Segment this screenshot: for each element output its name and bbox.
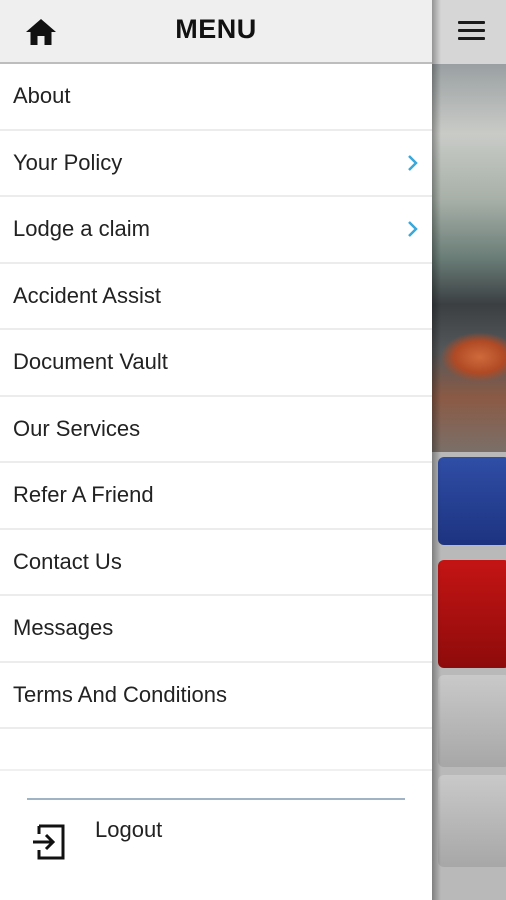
logout-button[interactable]: Logout [0, 805, 432, 875]
menu-item-document-vault[interactable]: Document Vault [0, 330, 432, 397]
menu-item-about[interactable]: About [0, 64, 432, 131]
chevron-right-icon [408, 154, 418, 171]
menu-item-our-services[interactable]: Our Services [0, 396, 432, 463]
action-tile-blue[interactable] [438, 457, 506, 545]
menu-item-label: Messages [13, 615, 114, 641]
drawer-header: MENU [0, 0, 432, 64]
menu-end-divider [0, 769, 432, 771]
menu-item-refer-a-friend[interactable]: Refer A Friend [0, 463, 432, 530]
menu-item-label: Our Services [13, 415, 141, 441]
menu-item-label: Terms And Conditions [13, 681, 227, 707]
menu-item-label: Contact Us [13, 548, 122, 574]
action-tile-grey[interactable] [438, 675, 506, 767]
navigation-drawer: MENU About Your Policy Lodge a claim Accide… [0, 0, 432, 900]
logout-icon [33, 824, 65, 860]
chevron-right-icon [408, 221, 418, 238]
action-tile-grey[interactable] [438, 775, 506, 867]
action-tile-red[interactable] [438, 560, 506, 668]
drawer-shadow [431, 0, 441, 900]
menu-item-label: Document Vault [13, 349, 168, 375]
hamburger-menu-icon[interactable] [452, 16, 492, 46]
drawer-title: MENU [175, 14, 257, 44]
menu-item-label: Lodge a claim [13, 216, 150, 242]
menu-list: About Your Policy Lodge a claim Accident As… [0, 64, 432, 729]
footer-divider [27, 798, 405, 800]
menu-item-lodge-a-claim[interactable]: Lodge a claim [0, 197, 432, 264]
menu-item-label: Refer A Friend [13, 482, 154, 508]
menu-item-contact-us[interactable]: Contact Us [0, 529, 432, 596]
menu-item-accident-assist[interactable]: Accident Assist [0, 263, 432, 330]
menu-item-your-policy[interactable]: Your Policy [0, 130, 432, 197]
menu-item-label: Accident Assist [13, 282, 161, 308]
menu-item-terms-and-conditions[interactable]: Terms And Conditions [0, 662, 432, 729]
logout-label: Logout [95, 817, 163, 842]
banner-image [432, 64, 506, 452]
menu-item-label: Your Policy [13, 149, 123, 175]
menu-item-label: About [13, 83, 71, 109]
menu-item-messages[interactable]: Messages [0, 596, 432, 663]
